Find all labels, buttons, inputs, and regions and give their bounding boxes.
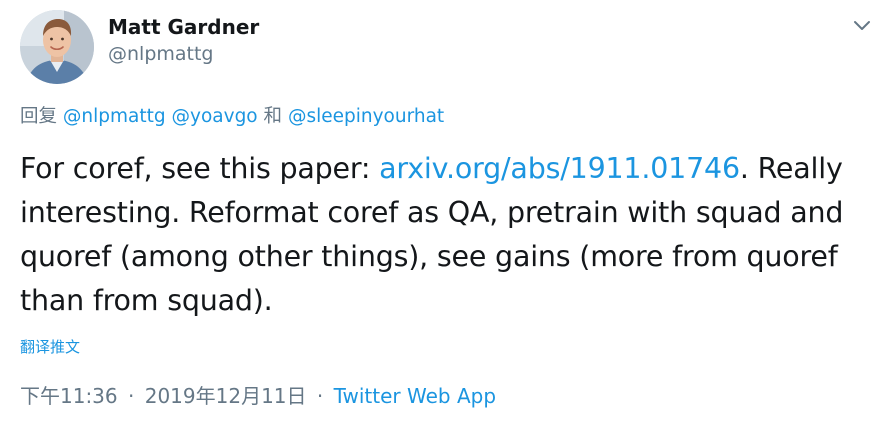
meta-separator: · [128,384,135,408]
mention-link[interactable]: @sleepinyourhat [288,106,444,127]
author-display-name[interactable]: Matt Gardner [108,14,259,40]
reply-conjunction: 和 [263,106,283,127]
chevron-down-icon [854,21,870,30]
translate-tweet-link[interactable]: 翻译推文 [20,336,80,358]
tweet-source-link[interactable]: Twitter Web App [334,384,496,408]
meta-separator: · [316,384,324,408]
replying-to-line: 回复 @nlpmattg @yoavgo 和 @sleepinyourhat [20,103,444,131]
author-handle[interactable]: @nlpmattg [108,40,259,68]
tweet-time[interactable]: 下午11:36 [20,384,118,408]
tweet-metadata: 下午11:36 · 2019年12月11日 · Twitter Web App [20,381,496,411]
tweet-date[interactable]: 2019年12月11日 [145,384,307,408]
author-block: Matt Gardner @nlpmattg [108,14,259,68]
avatar[interactable] [20,10,94,84]
tweet-text: For coref, see this paper: arxiv.org/abs… [20,147,880,323]
mention-link[interactable]: @yoavgo [172,106,258,127]
reply-prefix: 回复 [20,106,58,127]
more-options-button[interactable] [851,14,873,36]
mention-link[interactable]: @nlpmattg [63,106,166,127]
avatar-image [20,10,94,84]
tweet-link[interactable]: arxiv.org/abs/1911.01746 [379,152,740,185]
tweet-card: Matt Gardner @nlpmattg 回复 @nlpmattg @yoa… [0,0,895,428]
tweet-text-start: For coref, see this paper: [20,152,380,185]
